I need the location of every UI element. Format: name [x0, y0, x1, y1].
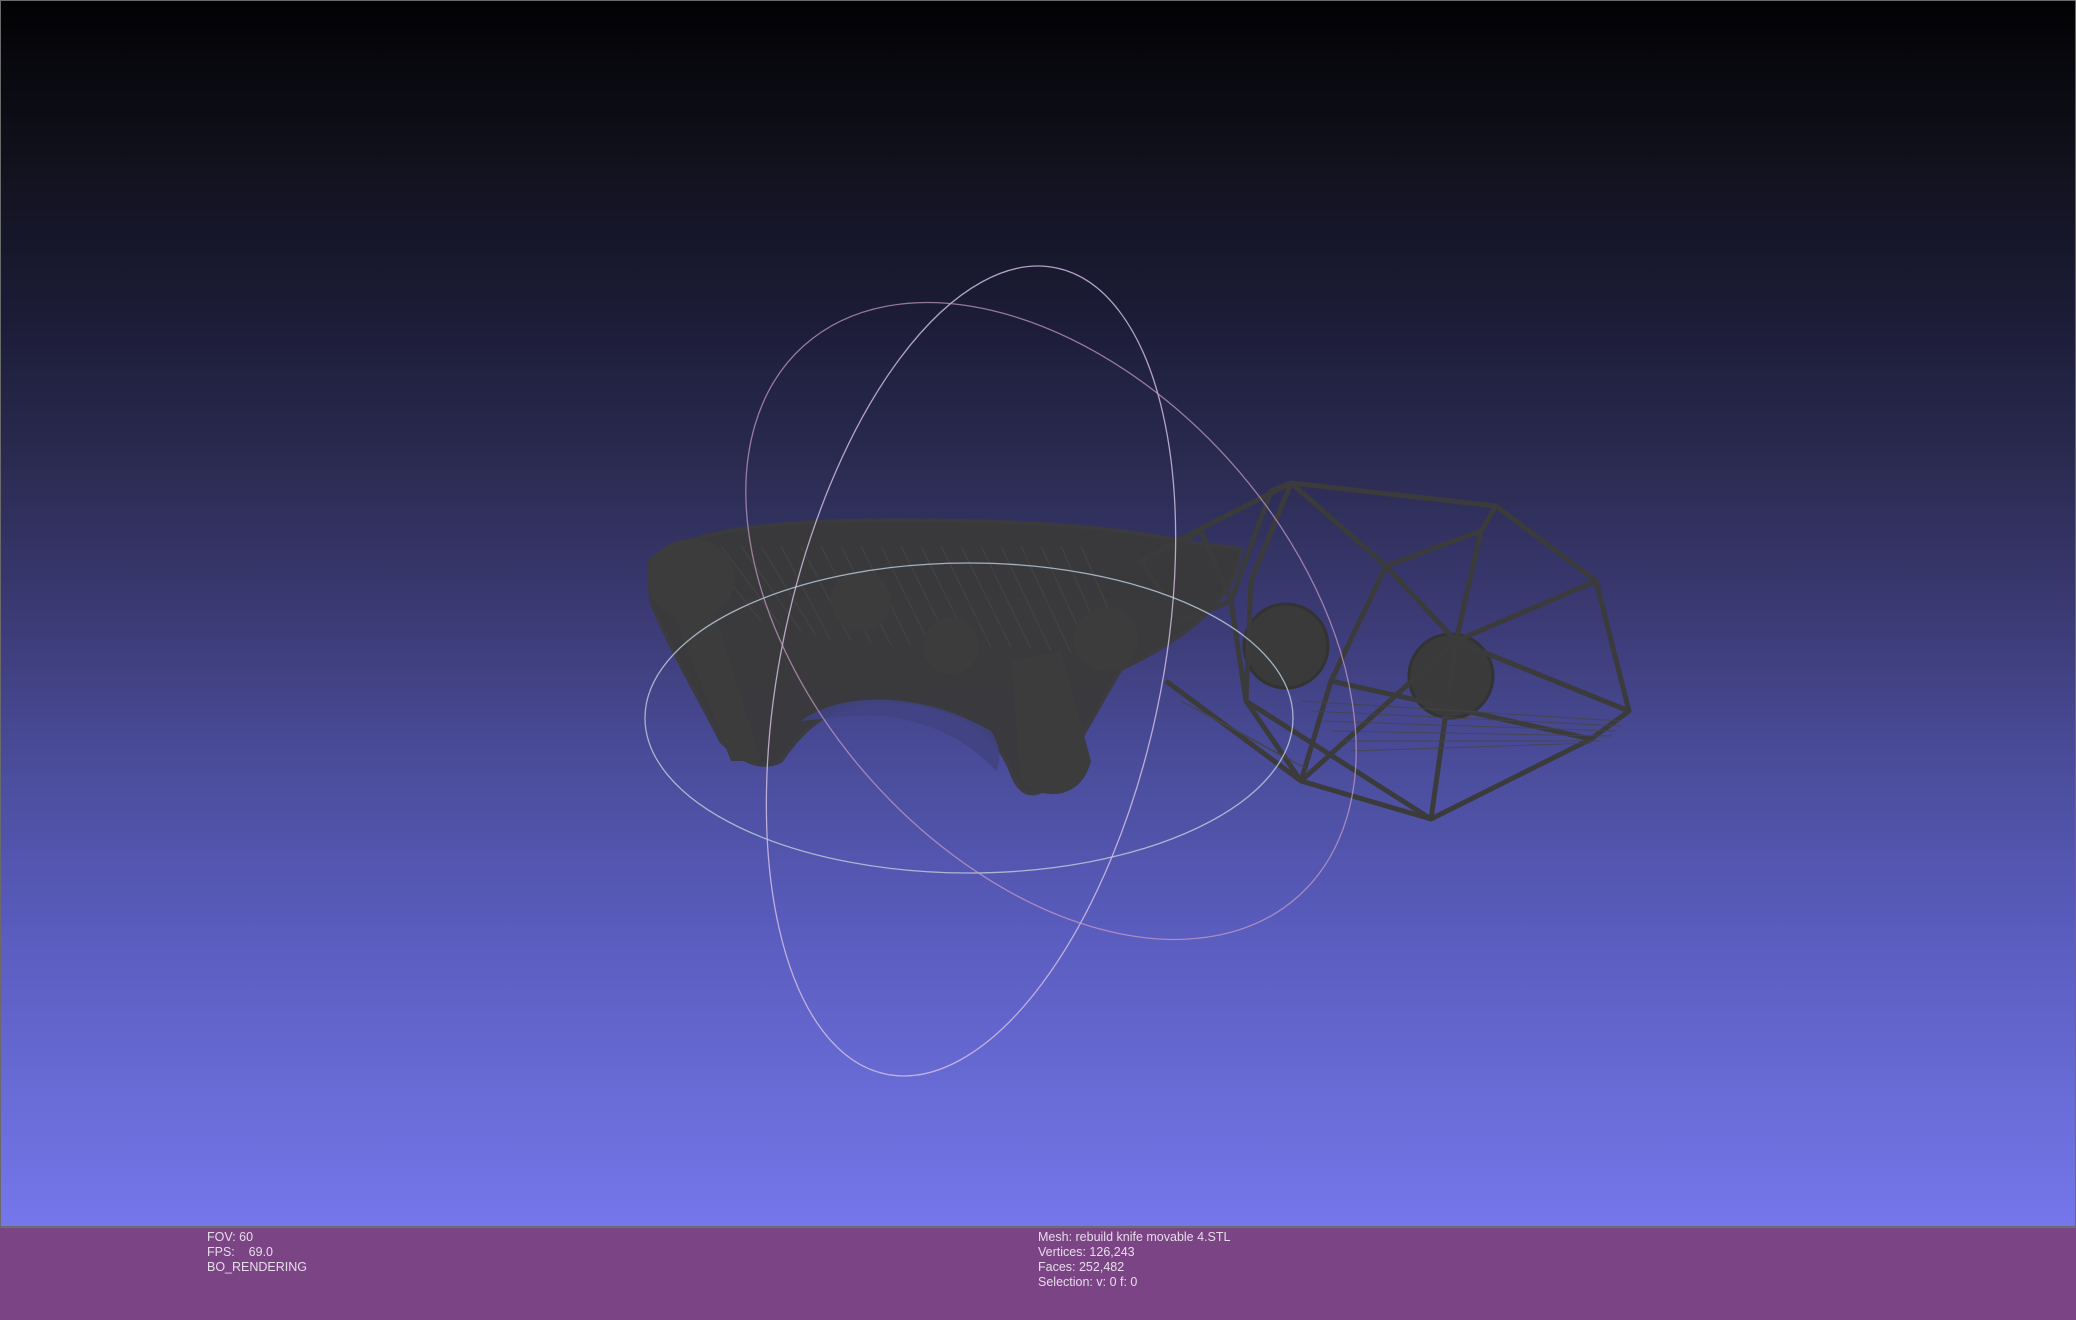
scene-canvas[interactable] [1, 1, 2076, 1228]
fps-readout: FPS: 69.0 [207, 1245, 274, 1259]
selection-readout: Selection: v: 0 f: 0 [1038, 1275, 1138, 1289]
mesh-model [646, 480, 1632, 822]
3d-viewport[interactable] [0, 0, 2076, 1227]
info-bar: FOV: 60 FPS: 69.0 BO_RENDERING Mesh: reb… [0, 1227, 2076, 1320]
mesh-info: Mesh: rebuild knife movable 4.STL Vertic… [1038, 1230, 1230, 1290]
vertices-readout: Vertices: 126,243 [1038, 1245, 1135, 1259]
render-mode-readout: BO_RENDERING [207, 1260, 308, 1274]
render-info: FOV: 60 FPS: 69.0 BO_RENDERING [207, 1230, 307, 1275]
mesh-name-readout: Mesh: rebuild knife movable 4.STL [1038, 1230, 1231, 1244]
faces-readout: Faces: 252,482 [1038, 1260, 1125, 1274]
fov-readout: FOV: 60 [207, 1230, 254, 1244]
